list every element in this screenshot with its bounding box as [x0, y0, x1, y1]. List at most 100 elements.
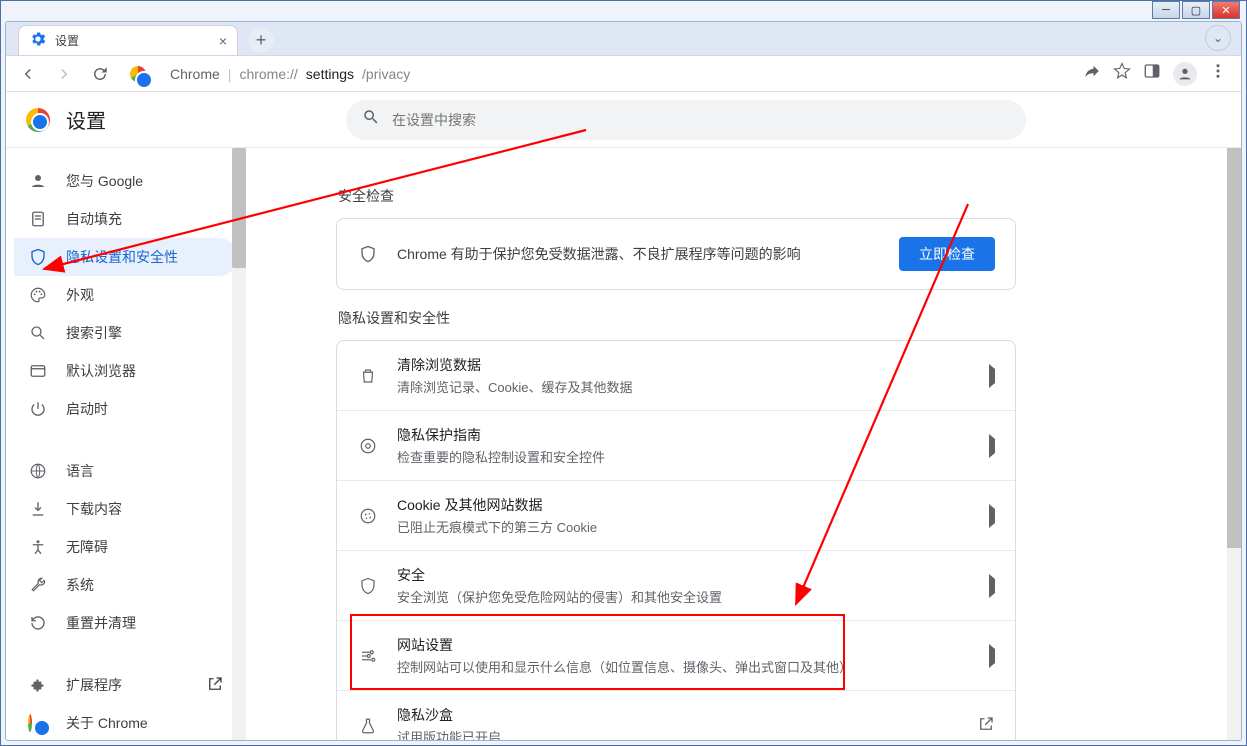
sidebar-item-download[interactable]: 下载内容 — [14, 490, 238, 528]
settings-search-box[interactable] — [346, 100, 1026, 140]
sidebar-item-label: 您与 Google — [66, 171, 143, 191]
sidebar-item-chrome[interactable]: 关于 Chrome — [14, 704, 238, 740]
privacy-row-cookie[interactable]: Cookie 及其他网站数据已阻止无痕模式下的第三方 Cookie — [337, 480, 1015, 550]
sidebar-item-label: 自动填充 — [66, 209, 122, 229]
address-bar[interactable]: Chrome | chrome://settings/privacy — [122, 66, 1075, 82]
tab-favicon-gear-icon — [29, 30, 47, 51]
autofill-icon — [28, 209, 48, 229]
address-separator: | — [228, 66, 232, 82]
ext-icon — [28, 675, 48, 695]
browser-tab-settings[interactable]: 设置 × — [18, 25, 238, 55]
sidebar-item-label: 语言 — [66, 461, 94, 481]
browser-toolbar: Chrome | chrome://settings/privacy — [6, 56, 1241, 92]
shield-icon — [357, 245, 379, 263]
tab-close-icon[interactable]: × — [219, 33, 227, 49]
sidebar-item-globe[interactable]: 语言 — [14, 452, 238, 490]
site-identity-chrome-icon — [130, 66, 162, 82]
sidebar-item-person[interactable]: 您与 Google — [14, 162, 238, 200]
globe-icon — [28, 461, 48, 481]
address-path-bold: settings — [306, 66, 354, 82]
safety-check-button[interactable]: 立即检查 — [899, 237, 995, 271]
sidebar-item-autofill[interactable]: 自动填充 — [14, 200, 238, 238]
sidebar-item-power[interactable]: 启动时 — [14, 390, 238, 428]
person-icon — [28, 171, 48, 191]
sidebar-item-label: 扩展程序 — [66, 675, 122, 695]
power-icon — [28, 399, 48, 419]
row-texts: 隐私保护指南检查重要的隐私控制设置和安全控件 — [397, 425, 971, 466]
privacy-row-trash[interactable]: 清除浏览数据清除浏览记录、Cookie、缓存及其他数据 — [337, 341, 1015, 410]
safety-check-card: Chrome 有助于保护您免受数据泄露、不良扩展程序等问题的影响 立即检查 — [336, 218, 1016, 290]
sidebar-item-label: 启动时 — [66, 399, 108, 419]
settings-sidebar: 您与 Google 自动填充隐私设置和安全性外观搜索引擎默认浏览器启动时语言下载内… — [6, 148, 246, 740]
privacy-row-guide[interactable]: 隐私保护指南检查重要的隐私控制设置和安全控件 — [337, 410, 1015, 480]
sidebar-item-ext[interactable]: 扩展程序 — [14, 666, 238, 704]
settings-main: 安全检查 Chrome 有助于保护您免受数据泄露、不良扩展程序等问题的影响 立即… — [246, 148, 1241, 740]
row-title: 网站设置 — [397, 635, 971, 655]
shield-icon — [28, 247, 48, 267]
flask-icon — [357, 717, 379, 735]
window-controls: ─ ▢ ✕ — [1150, 1, 1240, 19]
guide-icon — [357, 437, 379, 455]
sidebar-item-browser[interactable]: 默认浏览器 — [14, 352, 238, 390]
browser-icon — [28, 361, 48, 381]
row-title: 安全 — [397, 565, 971, 585]
sidebar-item-label: 默认浏览器 — [66, 361, 136, 381]
download-icon — [28, 499, 48, 519]
row-title: Cookie 及其他网站数据 — [397, 495, 971, 515]
toolbar-right-icons — [1083, 62, 1233, 86]
section-title-safety-check: 安全检查 — [338, 186, 1016, 206]
address-scheme-label: Chrome — [170, 66, 220, 82]
window-close-button[interactable]: ✕ — [1212, 1, 1240, 19]
tune-icon — [357, 647, 379, 665]
row-texts: Cookie 及其他网站数据已阻止无痕模式下的第三方 Cookie — [397, 495, 971, 536]
address-host: chrome:// — [239, 66, 297, 82]
sidebar-item-shield[interactable]: 隐私设置和安全性 — [14, 238, 238, 276]
sidebar-item-a11y[interactable]: 无障碍 — [14, 528, 238, 566]
share-icon[interactable] — [1083, 62, 1101, 85]
new-tab-button[interactable]: + — [248, 27, 274, 53]
nav-forward-button[interactable] — [50, 60, 78, 88]
window-maximize-button[interactable]: ▢ — [1182, 1, 1210, 19]
nav-reload-button[interactable] — [86, 60, 114, 88]
sidebar-item-label: 无障碍 — [66, 537, 108, 557]
sidebar-item-label: 搜索引擎 — [66, 323, 122, 343]
row-subtitle: 安全浏览（保护您免受危险网站的侵害）和其他安全设置 — [397, 587, 971, 606]
section-title-privacy: 隐私设置和安全性 — [338, 308, 1016, 328]
kebab-menu-icon[interactable] — [1209, 62, 1227, 85]
tab-search-chevron-icon[interactable]: ⌄ — [1205, 25, 1231, 51]
chrome-logo-icon — [26, 108, 50, 132]
settings-columns: 您与 Google自动填充隐私设置和安全性外观搜索引擎默认浏览器启动时语言下载内… — [6, 148, 1241, 740]
sidebar-item-wrench[interactable]: 系统 — [14, 566, 238, 604]
row-texts: 隐私沙盒试用版功能已开启 — [397, 705, 959, 740]
reset-icon — [28, 613, 48, 633]
bookmark-star-icon[interactable] — [1113, 62, 1131, 85]
privacy-row-flask[interactable]: 隐私沙盒试用版功能已开启 — [337, 690, 1015, 740]
tab-title: 设置 — [55, 32, 79, 49]
sidebar-item-reset[interactable]: 重置并清理 — [14, 604, 238, 642]
sidebar-item-search[interactable]: 搜索引擎 — [14, 314, 238, 352]
profile-avatar-icon[interactable] — [1173, 62, 1197, 86]
sidebar-item-label: 下载内容 — [66, 499, 122, 519]
sidebar-scrollbar-thumb[interactable] — [232, 148, 246, 268]
security-icon — [357, 577, 379, 595]
settings-search-input[interactable] — [392, 112, 1010, 128]
chevron-right-icon — [989, 649, 995, 663]
search-icon — [28, 323, 48, 343]
nav-back-button[interactable] — [14, 60, 42, 88]
row-title: 清除浏览数据 — [397, 355, 971, 375]
privacy-row-security[interactable]: 安全安全浏览（保护您免受危险网站的侵害）和其他安全设置 — [337, 550, 1015, 620]
settings-header: 设置 — [6, 92, 1241, 148]
settings-title: 设置 — [66, 105, 106, 134]
main-scrollbar-thumb[interactable] — [1227, 148, 1241, 548]
search-icon — [362, 108, 380, 131]
sidebar-item-palette[interactable]: 外观 — [14, 276, 238, 314]
privacy-row-tune[interactable]: 网站设置控制网站可以使用和显示什么信息（如位置信息、摄像头、弹出式窗口及其他） — [337, 620, 1015, 690]
browser-frame: 设置 × + ⌄ Chrome | chr — [5, 21, 1242, 741]
window-minimize-button[interactable]: ─ — [1152, 1, 1180, 19]
sidebar-item-label: 外观 — [66, 285, 94, 305]
open-external-icon — [977, 715, 995, 736]
palette-icon — [28, 285, 48, 305]
side-panel-icon[interactable] — [1143, 62, 1161, 85]
row-subtitle: 试用版功能已开启 — [397, 727, 959, 740]
sidebar-item-label: 系统 — [66, 575, 94, 595]
